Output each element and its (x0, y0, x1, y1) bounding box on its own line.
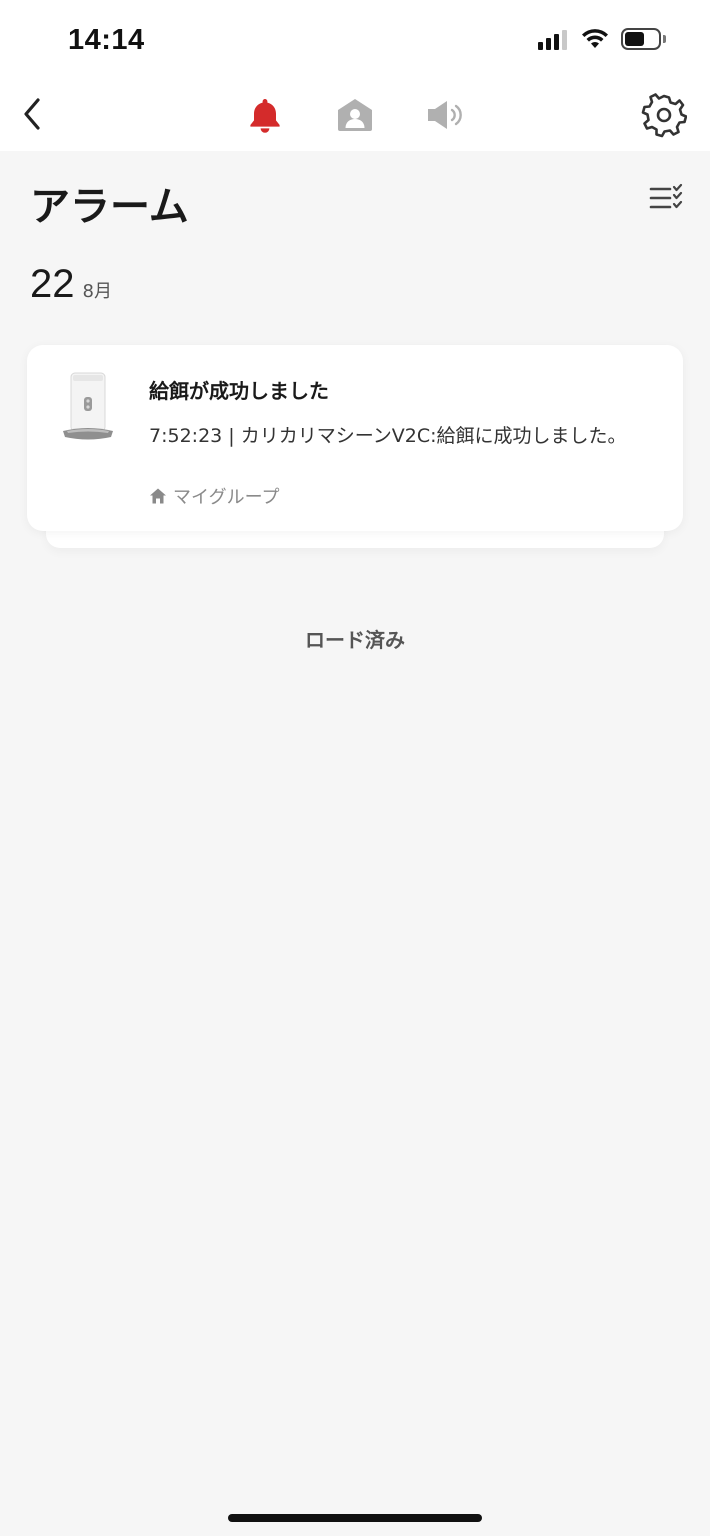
filter-button[interactable] (646, 180, 686, 216)
page-title: アラーム (30, 184, 189, 230)
alarm-description: 7:52:23 | カリカリマシーンV2C:給餌に成功しました。 (149, 425, 627, 447)
speaker-icon (428, 101, 462, 129)
home-icon (150, 488, 166, 504)
back-button[interactable] (18, 92, 50, 136)
tab-speaker[interactable] (421, 92, 469, 138)
home-indicator[interactable] (228, 1514, 482, 1522)
status-time: 14:14 (68, 24, 145, 56)
tab-alarm[interactable] (241, 92, 289, 138)
date-day: 22 (30, 262, 75, 306)
bell-icon (250, 99, 280, 133)
wifi-icon (582, 29, 608, 48)
pet-feeder-image (63, 372, 113, 440)
status-indicators (538, 28, 666, 50)
loaded-status: ロード済み (305, 628, 405, 652)
alarm-group-label: マイグループ (173, 487, 280, 508)
cellular-signal-icon (538, 28, 567, 50)
alarm-title: 給餌が成功しました (149, 379, 329, 403)
alarm-card[interactable]: 給餌が成功しました 7:52:23 | カリカリマシーンV2C:給餌に成功しまし… (27, 345, 683, 531)
gear-icon (641, 93, 688, 138)
alarm-group: マイグループ (149, 483, 280, 509)
battery-icon (621, 28, 666, 50)
settings-button[interactable] (641, 92, 688, 138)
tab-person[interactable] (331, 92, 379, 138)
date-header: 22 8月 (30, 262, 112, 307)
date-month: 8月 (82, 281, 112, 302)
checklist-icon (649, 183, 683, 209)
chevron-left-icon (24, 98, 40, 130)
person-icon (338, 99, 372, 131)
